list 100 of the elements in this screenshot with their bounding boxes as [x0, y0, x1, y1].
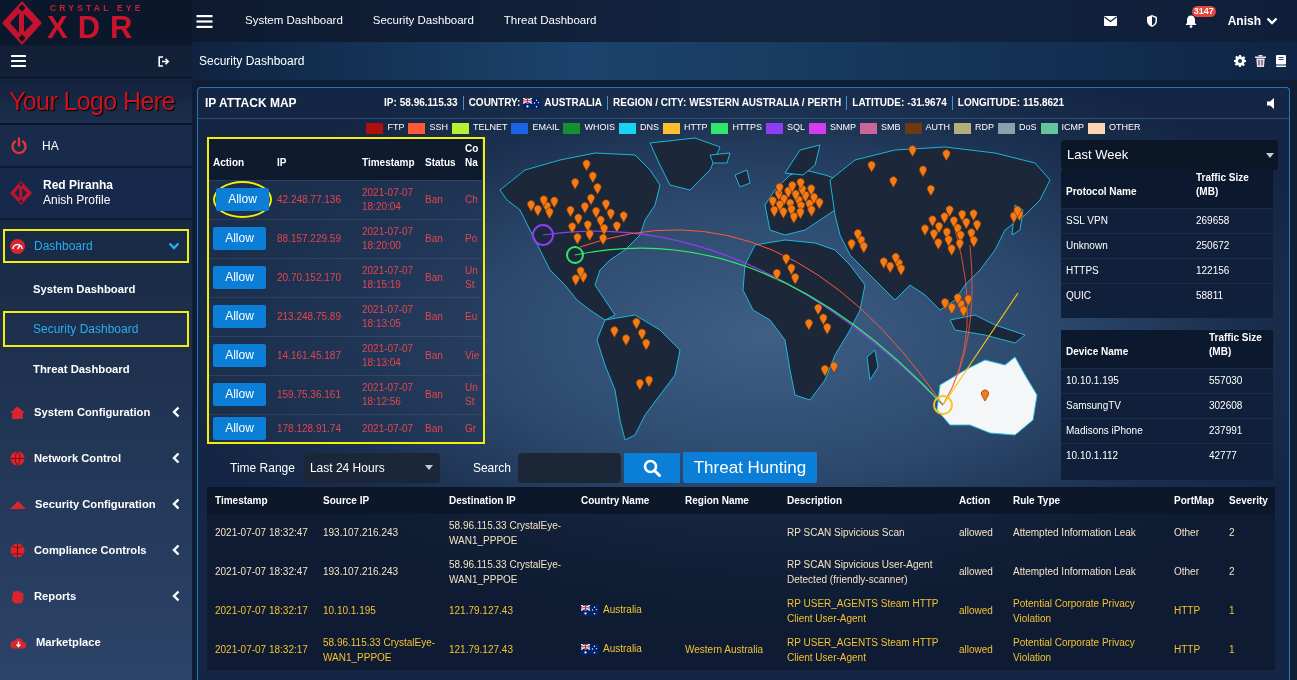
caret-down-icon: [1266, 152, 1274, 158]
book-icon[interactable]: [1275, 55, 1287, 67]
nav-subitem[interactable]: Threat Dashboard: [0, 349, 192, 389]
description: RP SCAN Sipvicious Scan: [787, 527, 905, 539]
brand-tagline: CRYSTAL EYE: [50, 2, 144, 13]
bell-icon[interactable]: [1184, 14, 1197, 28]
column-header: Rule Type: [1013, 495, 1061, 506]
traffic-size: 269658: [1196, 215, 1230, 226]
info-value: AUSTRALIA: [544, 96, 603, 110]
legend-label: DoS: [1019, 121, 1037, 135]
envelope-icon[interactable]: [1103, 16, 1117, 26]
info-label: COUNTRY:: [468, 96, 521, 110]
legend-label: DNS: [639, 121, 659, 135]
nav-item[interactable]: Reports: [0, 573, 192, 619]
period-select[interactable]: Last Week: [1061, 140, 1278, 170]
nav-item[interactable]: Network Control: [0, 435, 192, 481]
nav-item[interactable]: Compliance Controls: [0, 527, 192, 573]
menu-icon[interactable]: [196, 14, 213, 28]
allow-button[interactable]: Allow: [216, 188, 269, 211]
power-icon: [10, 136, 28, 155]
search-label: Search: [472, 459, 511, 477]
settings-icon[interactable]: [1234, 55, 1246, 67]
column-header: Action: [213, 157, 245, 168]
legend-label: TELNET: [472, 121, 508, 135]
user-menu[interactable]: Anish: [1227, 12, 1278, 30]
column-header: Destination IP: [449, 495, 516, 506]
menu-icon[interactable]: [11, 55, 26, 67]
nav-subitem[interactable]: System Dashboard: [0, 269, 192, 309]
port-map: Other: [1174, 566, 1199, 578]
action-status: allowed: [959, 566, 993, 578]
logo-icon: [10, 178, 32, 208]
country-name: Eu: [465, 310, 478, 322]
nav-item[interactable]: Marketplace: [0, 619, 192, 665]
trash-icon[interactable]: [1255, 55, 1266, 67]
port-map: HTTP: [1174, 605, 1201, 617]
traffic-size: 122156: [1196, 265, 1230, 276]
country-name: Ch: [465, 193, 478, 205]
legend-label: HTTP: [684, 121, 708, 135]
action-status: allowed: [959, 527, 993, 539]
country-name: Po: [465, 232, 478, 244]
description: RP SCAN Sipvicious User-Agent Detected (friendly-scanner): [787, 559, 933, 585]
speaker-icon[interactable]: [1267, 97, 1277, 109]
page-title: Security Dashboard: [199, 53, 305, 70]
protocol-name: HTTPS: [1066, 265, 1099, 276]
destination-ip: 121.79.127.43: [449, 605, 513, 617]
shield-icon[interactable]: [1146, 15, 1157, 27]
allow-button[interactable]: Allow: [213, 344, 266, 367]
nav-item[interactable]: System Configuration: [0, 389, 192, 435]
status-text: Ban: [425, 232, 443, 244]
timestamp: 2021-07-07 18:13:04: [362, 342, 414, 368]
ha-menu-item[interactable]: HA: [0, 125, 192, 168]
column-header: Country Name: [581, 495, 650, 506]
source-ip: 58.96.115.33 CrystalEye-WAN1_PPPOE: [323, 637, 436, 663]
protocol-name: QUIC: [1066, 290, 1091, 302]
allow-button[interactable]: Allow: [213, 227, 266, 250]
ip-address: 88.157.229.59: [277, 232, 341, 244]
timestamp: 2021-07-07 18:20:04: [362, 186, 414, 212]
notification-badge: 3147: [1191, 5, 1216, 17]
traffic-size: 58811: [1196, 290, 1224, 302]
caret-down-icon: [424, 465, 433, 470]
search-field[interactable]: [517, 452, 621, 483]
flag-icon: [581, 604, 599, 616]
device-name: SamsungTV: [1066, 400, 1122, 411]
nav-link[interactable]: Security Dashboard: [372, 12, 474, 30]
timestamp: 2021-07-07 18:32:47: [215, 566, 308, 578]
allow-button[interactable]: Allow: [213, 305, 266, 328]
rule-type: Potential Corporate Privacy Violation: [1013, 598, 1135, 624]
info-label: IP:: [384, 96, 397, 110]
nav-item[interactable]: Security Configuration: [0, 481, 192, 527]
allow-button[interactable]: Allow: [213, 417, 266, 441]
country-name: Vie: [465, 349, 480, 361]
timestamp: 2021-07-07 18:15:19: [362, 264, 414, 290]
nav-link[interactable]: System Dashboard: [245, 12, 343, 30]
profile-name: Red Piranha: [43, 178, 114, 193]
card-title: IP ATTACK MAP: [205, 96, 297, 110]
nav-subitem[interactable]: Security Dashboard: [3, 311, 189, 347]
port-map: HTTP: [1174, 644, 1201, 656]
severity-level: 1: [1229, 605, 1235, 617]
legend-label: AUTH: [925, 121, 951, 135]
column-header: Traffic Size (MB): [1209, 331, 1262, 357]
allow-button[interactable]: Allow: [213, 383, 266, 406]
search-icon: [642, 458, 661, 477]
logout-icon[interactable]: [158, 55, 170, 67]
column-header: Traffic Size (MB): [1196, 171, 1249, 197]
nav-item[interactable]: Dashboard: [3, 229, 189, 263]
country-name: Un St: [465, 264, 478, 290]
column-header: Description: [787, 495, 842, 506]
search-button[interactable]: [623, 452, 680, 483]
info-label: REGION / CITY:: [613, 96, 687, 110]
traffic-size: 557030: [1209, 375, 1243, 386]
device-name: 10.10.1.112: [1066, 450, 1119, 462]
device-name: Madisons iPhone: [1066, 425, 1143, 436]
destination-ip: 121.79.127.43: [449, 644, 513, 656]
time-range-select[interactable]: Last 24 Hours: [303, 452, 440, 483]
column-header: Source IP: [323, 495, 370, 506]
brand-name: XDR: [47, 12, 143, 43]
protocol-name: Unknown: [1066, 240, 1108, 251]
threat-hunting-button[interactable]: Threat Hunting: [682, 452, 817, 483]
allow-button[interactable]: Allow: [213, 266, 266, 289]
nav-link[interactable]: Threat Dashboard: [503, 12, 597, 30]
